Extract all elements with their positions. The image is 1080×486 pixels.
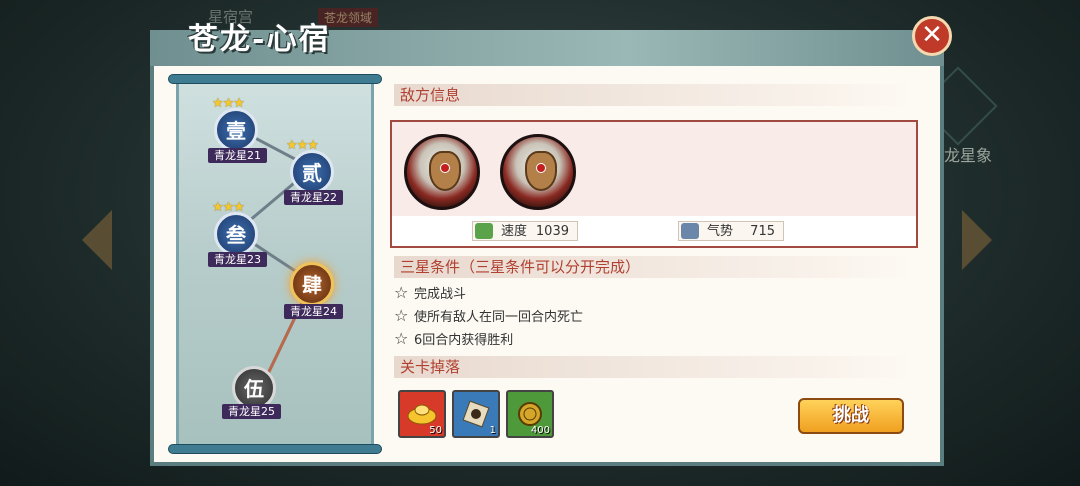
three-star-heading: 三星条件（三星条件可以分开完成）	[394, 256, 914, 278]
condition-3-text: 6回合内获得胜利	[414, 333, 514, 348]
drop-scroll-qty: 1	[489, 425, 496, 436]
stage-node-5-label: 青龙星25	[222, 404, 281, 419]
previous-arrow-icon[interactable]	[82, 210, 112, 270]
stage-node-4-current[interactable]: 肆	[290, 262, 334, 306]
next-arrow-icon[interactable]	[962, 210, 992, 270]
challenge-button[interactable]: 挑战	[798, 398, 904, 434]
condition-1-text: 完成战斗	[414, 287, 467, 302]
empty-star-icon: ☆	[394, 306, 409, 325]
drops-heading: 关卡掉落	[394, 356, 914, 378]
mask-icon	[429, 151, 461, 191]
speed-label: 速度	[501, 224, 528, 239]
stage-node-3[interactable]: 叁	[214, 212, 258, 256]
empty-star-icon: ☆	[394, 283, 409, 302]
condition-1: ☆ 完成战斗	[394, 282, 466, 304]
enemy-portrait-2[interactable]	[500, 134, 576, 210]
stage-path	[233, 126, 315, 383]
momentum-stat: 气势 715	[678, 221, 784, 241]
speed-value: 1039	[535, 224, 569, 239]
stage-node-2-label: 青龙星22	[284, 190, 343, 205]
empty-star-icon: ☆	[394, 329, 409, 348]
momentum-value: 715	[750, 224, 775, 239]
stage-node-1[interactable]: 壹	[214, 108, 258, 152]
eye-icon	[536, 163, 546, 173]
eye-icon	[440, 163, 450, 173]
stage-node-4-label: 青龙星24	[284, 304, 343, 319]
stage-node-2[interactable]: 贰	[290, 150, 334, 194]
mask-icon	[525, 151, 557, 191]
dialog-title: 苍龙-心宿	[188, 22, 331, 57]
drop-item-scroll[interactable]: 1	[452, 390, 500, 438]
condition-2: ☆ 使所有敌人在同一回合内死亡	[394, 305, 583, 327]
speed-icon	[475, 223, 493, 239]
close-button[interactable]: ✕	[912, 16, 952, 56]
drop-gold-qty: 50	[429, 425, 442, 436]
drop-coin-qty: 400	[530, 425, 550, 436]
condition-2-text: 使所有敌人在同一回合内死亡	[414, 310, 584, 325]
enemy-portrait-1[interactable]	[404, 134, 480, 210]
stage-node-1-label: 青龙星21	[208, 148, 267, 163]
condition-3: ☆ 6回合内获得胜利	[394, 328, 513, 350]
enemy-stats-row	[392, 216, 916, 246]
momentum-label: 气势	[707, 224, 734, 239]
momentum-icon	[681, 223, 699, 239]
drop-item-gold[interactable]: 50	[398, 390, 446, 438]
stage-map-scroll: ★★★ 壹 青龙星21 ★★★ 贰 青龙星22 ★★★ 叁 青龙星23 肆 青龙…	[168, 74, 382, 454]
drop-item-coin[interactable]: 400	[506, 390, 554, 438]
stage-node-3-label: 青龙星23	[208, 252, 267, 267]
enemy-info-heading: 敌方信息	[394, 84, 914, 106]
speed-stat: 速度 1039	[472, 221, 578, 241]
